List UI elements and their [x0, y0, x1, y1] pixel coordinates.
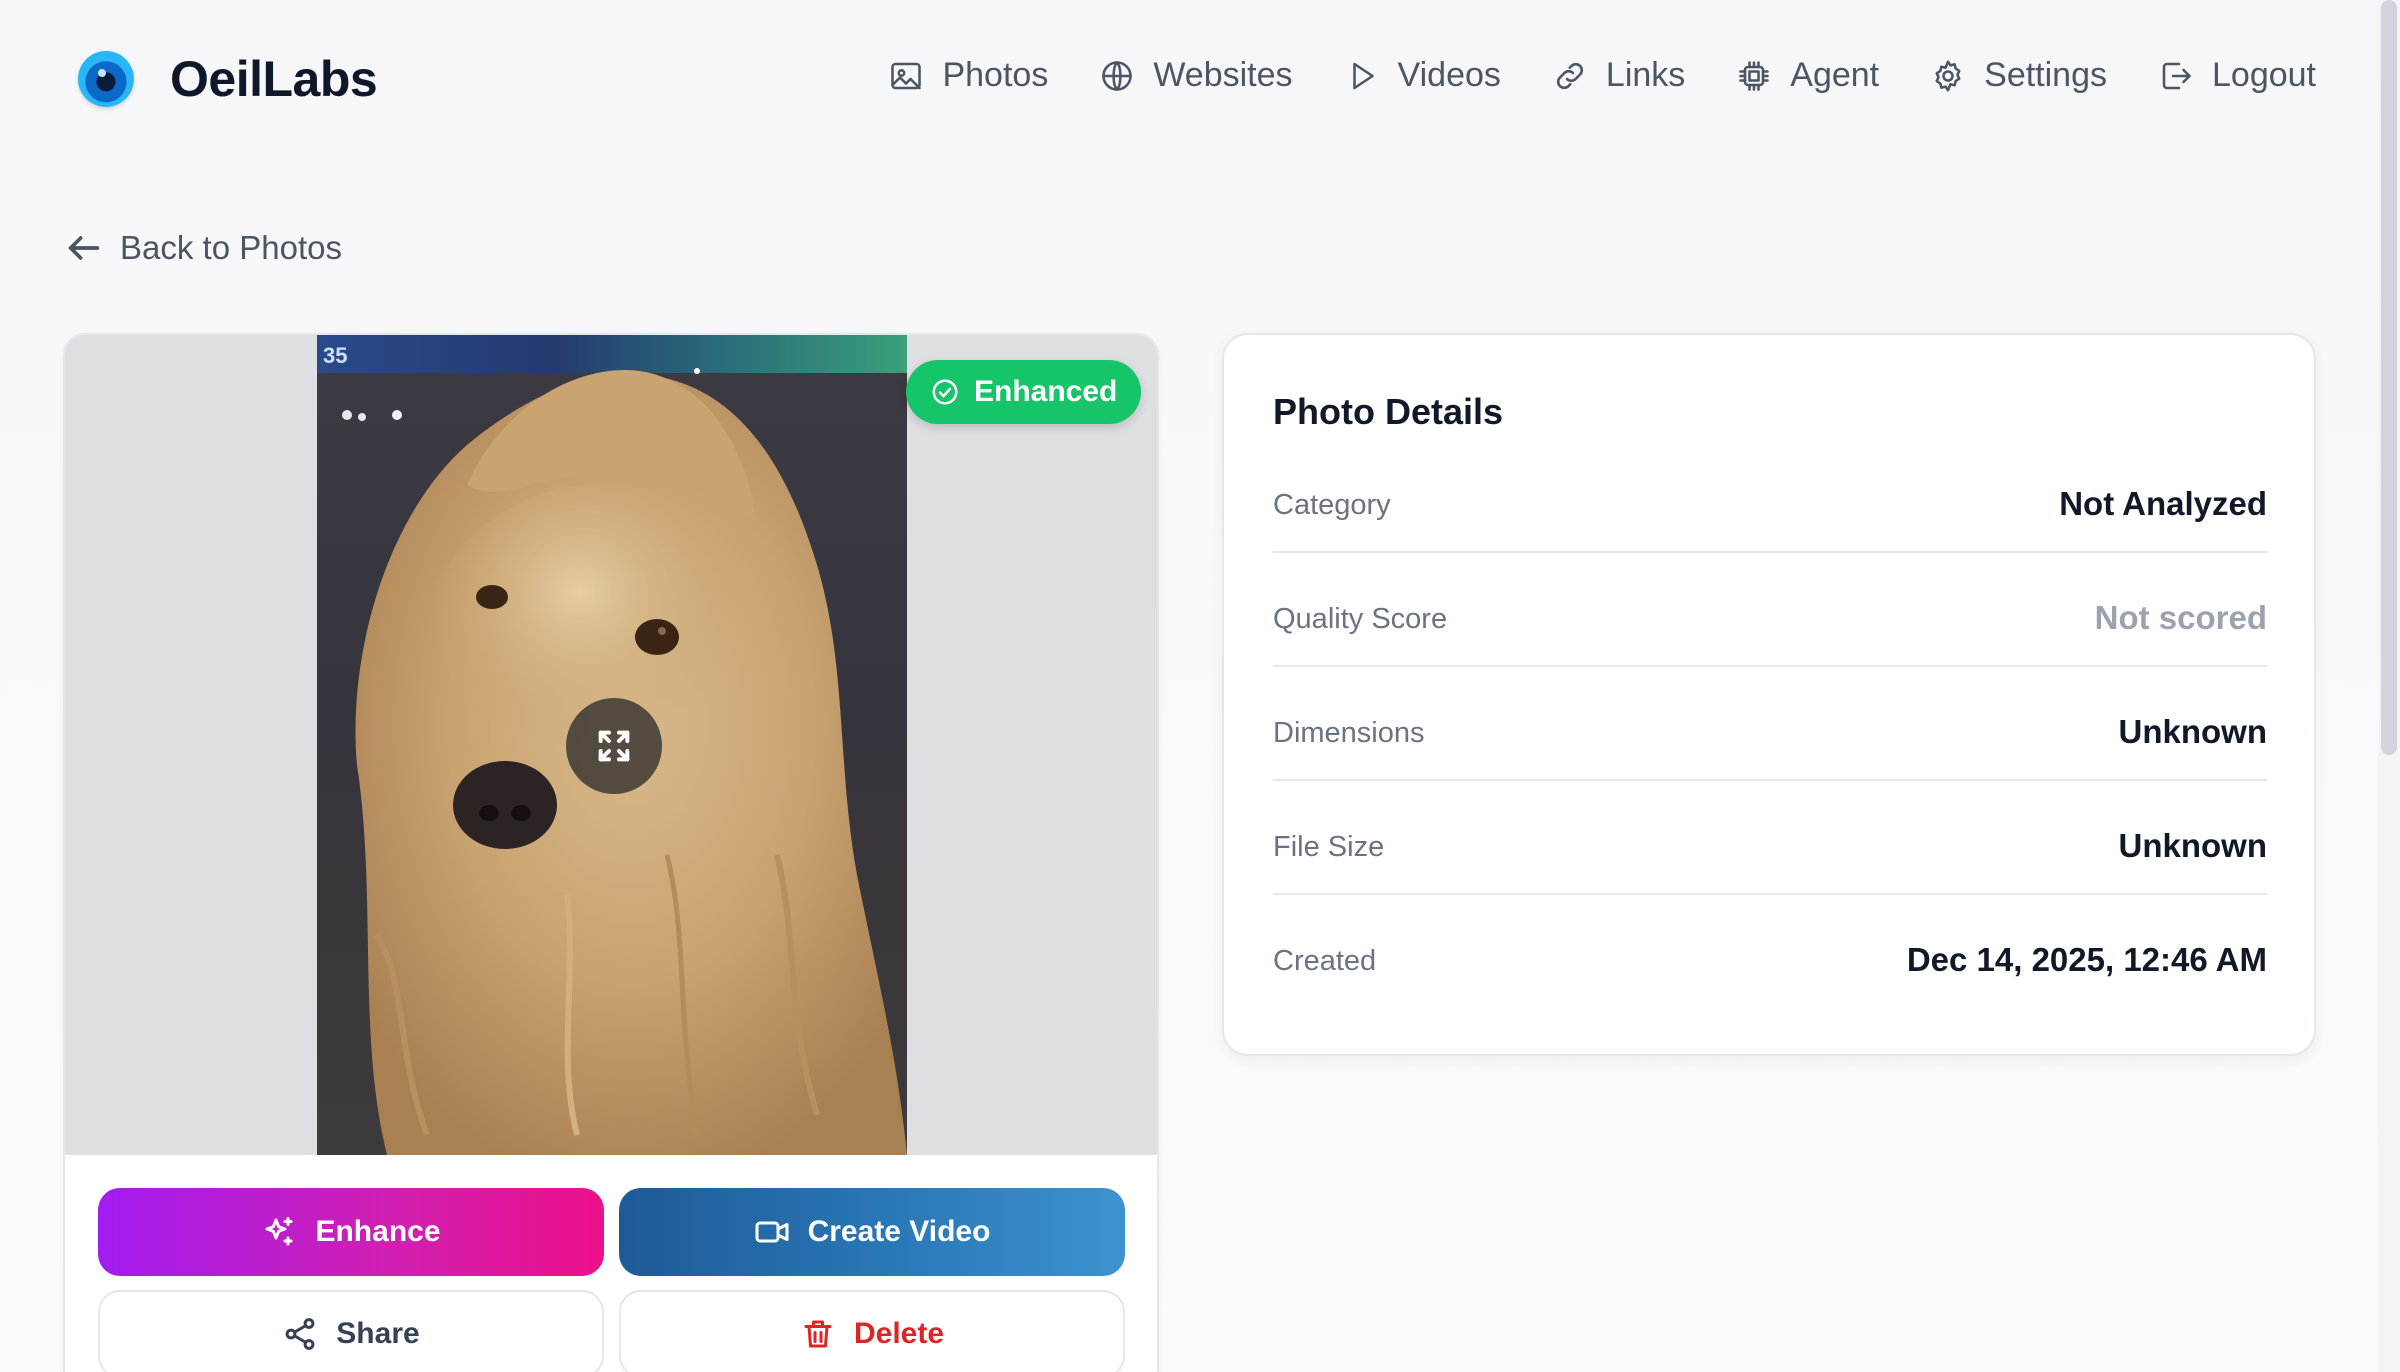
details-title: Photo Details [1273, 391, 1504, 432]
detail-value: Unknown [2118, 827, 2267, 864]
detail-row-created: Created Dec 14, 2025, 12:46 AM [1273, 895, 2267, 1009]
photo-viewer: 35 Enhanced [65, 335, 1157, 1155]
share-icon [285, 1318, 315, 1350]
nav-item-logout[interactable]: Logout [2158, 56, 2316, 95]
nav-label: Logout [2212, 56, 2316, 94]
brand-name: OeilLabs [170, 51, 378, 107]
detail-value: Unknown [2118, 713, 2267, 750]
trash-icon [804, 1320, 832, 1348]
detail-label: Quality Score [1273, 603, 1448, 635]
check-circle-icon [932, 379, 958, 405]
nav-label: Videos [1397, 56, 1501, 94]
sparkles-icon [265, 1217, 293, 1246]
detail-row-dimensions: Dimensions Unknown [1273, 667, 2267, 781]
back-label: Back to Photos [120, 229, 342, 266]
delete-button[interactable]: Delete [619, 1290, 1125, 1372]
chip-icon [1739, 60, 1770, 91]
globe-icon [1102, 60, 1133, 91]
logout-icon [2162, 62, 2191, 89]
detail-row-quality-score: Quality Score Not scored [1273, 553, 2267, 667]
back-to-photos-link[interactable]: Back to Photos [64, 228, 342, 268]
nav-label: Websites [1153, 56, 1293, 94]
create-video-label: Create Video [807, 1215, 991, 1248]
top-header: OeilLabs Photos Websites Videos Links Ag… [0, 0, 2400, 165]
nav-item-settings[interactable]: Settings [1930, 56, 2107, 95]
nav-item-photos[interactable]: Photos [888, 56, 1048, 95]
detail-value: Not scored [2094, 599, 2267, 636]
share-label: Share [336, 1317, 420, 1350]
fullscreen-button[interactable] [566, 698, 662, 794]
nav-item-videos[interactable]: Videos [1344, 56, 1501, 95]
play-icon [1352, 62, 1374, 89]
share-button[interactable]: Share [98, 1290, 604, 1372]
detail-row-file-size: File Size Unknown [1273, 781, 2267, 895]
image-icon [891, 62, 922, 89]
brand[interactable]: OeilLabs [78, 50, 378, 108]
nav-label: Settings [1984, 56, 2107, 94]
page-scrollbar[interactable] [2378, 0, 2400, 1372]
detail-label: File Size [1273, 831, 1385, 863]
expand-icon [598, 730, 630, 762]
scrollbar-thumb[interactable] [2381, 0, 2397, 755]
detail-value: Dec 14, 2025, 12:46 AM [1906, 941, 2267, 978]
enhanced-badge: Enhanced [906, 360, 1142, 424]
nav-item-links[interactable]: Links [1552, 56, 1685, 95]
detail-label: Category [1273, 489, 1391, 521]
detail-value: Not Analyzed [2059, 485, 2267, 522]
arrow-left-icon [68, 236, 100, 260]
nav-item-agent[interactable]: Agent [1736, 56, 1879, 95]
badge-label: Enhanced [974, 375, 1118, 408]
detail-label: Created [1273, 945, 1377, 977]
nav-item-websites[interactable]: Websites [1099, 56, 1293, 95]
gear-icon [1935, 59, 1961, 92]
nav-label: Photos [942, 56, 1049, 94]
delete-label: Delete [853, 1317, 945, 1350]
link-icon [1556, 62, 1583, 89]
enhance-label: Enhance [315, 1215, 441, 1248]
create-video-button[interactable]: Create Video [619, 1188, 1125, 1276]
photo-details-card: Photo Details Category Not Analyzed Qual… [1222, 333, 2316, 1056]
enhance-button[interactable]: Enhance [98, 1188, 604, 1276]
detail-row-category: Category Not Analyzed [1273, 439, 2267, 553]
eye-logo-icon [78, 51, 134, 107]
main-nav: Photos Websites Videos Links Agent Setti… [837, 56, 2316, 95]
detail-label: Dimensions [1273, 717, 1425, 749]
video-camera-icon [755, 1221, 789, 1243]
nav-label: Agent [1790, 56, 1880, 94]
nav-label: Links [1605, 56, 1686, 94]
photo-card: 35 Enhanced Enhance Create Video Share D… [63, 333, 1159, 1372]
